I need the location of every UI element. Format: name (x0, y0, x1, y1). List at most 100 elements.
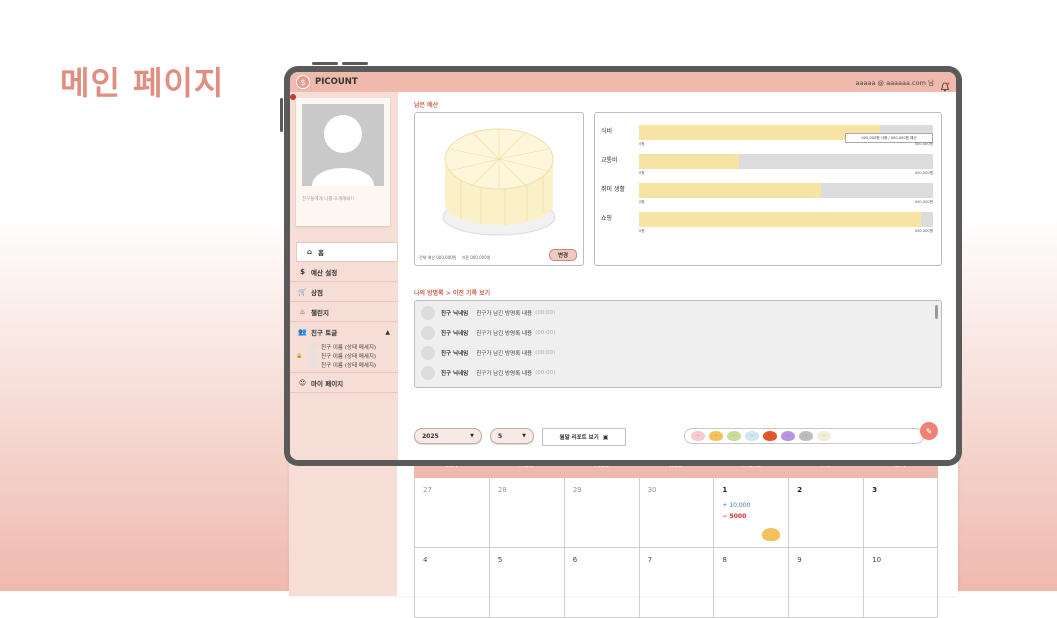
app-name[interactable]: PICOUNT (315, 77, 358, 87)
bell-icon[interactable] (940, 77, 950, 92)
friend-item[interactable]: 친구 이름 (상태 메세지) (290, 360, 398, 369)
slide-title: 메인 페이지 (60, 64, 225, 102)
pencil-icon[interactable]: ✎ (920, 422, 938, 440)
caret-up-icon[interactable]: ▲ (385, 329, 390, 336)
calendar-date: 5 (497, 556, 503, 564)
emotion-chip[interactable]: ·· (763, 431, 777, 441)
calendar-day-cell[interactable]: 27 (414, 478, 489, 548)
calendar-grid: 27 28 29 30 1 + 10,000 − 5000 2 3 4 5 6 7 8 9 10 (414, 478, 938, 618)
category-bar[interactable] (639, 154, 933, 169)
guest-time: (00:00) (535, 370, 556, 376)
emotion-chip[interactable]: ·· (709, 431, 723, 441)
friend-item[interactable]: 🔒 친구 이름 (상태 메세지) (290, 351, 398, 360)
guestbook-row[interactable]: 친구 닉네임 친구가 남긴 방명록 내용 (00:00) (421, 345, 555, 361)
category-bar-fill (639, 212, 922, 227)
avatar (421, 346, 435, 360)
calendar-day-cell[interactable]: 4 (414, 548, 489, 618)
emotion-chip[interactable]: ·· (745, 431, 759, 441)
guestbook-row[interactable]: 친구 닉네임 친구가 남긴 방명록 내용 (00:00) (421, 365, 555, 381)
calendar: SUNMONTUESWEDTHURSFRISAT 272829301+ 10,0… (414, 456, 938, 618)
calendar-date: 1 (722, 486, 728, 494)
user-email: aaaaa @ aaaaaa.com 님 (855, 79, 934, 87)
calendar-day-cell[interactable]: 28 (488, 478, 564, 548)
emotion-chip[interactable]: ·· (799, 431, 813, 441)
chevron-down-icon: ▼ (522, 433, 526, 439)
emotion-chip[interactable]: ·· (727, 431, 741, 441)
calendar-date: 27 (423, 486, 432, 494)
guest-name: 친구 닉네임 (441, 351, 469, 357)
avatar (421, 366, 435, 380)
emotion-chip[interactable]: ·· (817, 431, 831, 441)
calendar-day-cell[interactable]: 8 (713, 548, 789, 618)
scrollbar[interactable] (935, 305, 938, 319)
calendar-date: 3 (872, 486, 878, 494)
screen: $ PICOUNT aaaaa @ aaaaaa.com 님 친구들에게 나를 … (290, 72, 956, 460)
calendar-day-cell[interactable]: 6 (563, 548, 639, 618)
calendar-date: 6 (572, 556, 578, 564)
category-max: 000,000원 (914, 229, 933, 233)
calendar-day-cell[interactable]: 10 (863, 548, 938, 618)
calendar-day-cell[interactable]: 5 (488, 548, 564, 618)
calendar-day-cell[interactable]: 2 (788, 478, 864, 548)
document-icon: ▣ (602, 433, 609, 441)
sidebar: 친구들에게 나를 소개해봐!! ⌂ 홈 $ 예산 설정 🛒 상점 ♨ 챌린지 👥… (290, 92, 398, 460)
sidebar-item-mypage[interactable]: ☺ 마이 페이지 (290, 373, 398, 393)
calendar-date: 28 (497, 486, 507, 494)
category-label: 식비 (601, 128, 613, 135)
calendar-date: 7 (647, 556, 653, 564)
emotion-chip[interactable]: ·· (691, 431, 705, 441)
calendar-day-cell[interactable]: 1 + 10,000 − 5000 (713, 478, 789, 548)
category-bar[interactable] (639, 212, 933, 227)
guest-message: 친구가 남긴 방명록 내용 (476, 311, 533, 317)
sidebar-item-challenge[interactable]: ♨ 챌린지 (290, 302, 398, 322)
category-label: 취미 생활 (601, 186, 625, 193)
sidebar-item-shop[interactable]: 🛒 상점 (290, 282, 398, 302)
guest-message: 친구가 남긴 방명록 내용 (476, 371, 533, 377)
calendar-date: 8 (722, 556, 727, 564)
report-button-label: 월말 리포트 보기 (559, 435, 599, 441)
calendar-date: 30 (647, 486, 657, 494)
category-min: 0원 (639, 142, 645, 146)
guestbook-row[interactable]: 친구 닉네임 친구가 남긴 방명록 내용 (00:00) (421, 305, 555, 321)
guest-time: (00:00) (535, 350, 556, 356)
friends-icon: 👥 (298, 328, 307, 336)
change-budget-button[interactable]: 변경 (549, 249, 577, 261)
category-label: 쇼핑 (601, 215, 613, 222)
calendar-day-cell[interactable]: 7 (638, 548, 714, 618)
category-bar[interactable] (639, 183, 933, 198)
emotion-chip[interactable]: ·· (781, 431, 795, 441)
sidebar-item-home[interactable]: ⌂ 홈 (296, 242, 398, 262)
tablet-frame: $ PICOUNT aaaaa @ aaaaaa.com 님 친구들에게 나를 … (284, 66, 962, 466)
category-min: 0원 (639, 171, 645, 175)
profile-card[interactable]: 친구들에게 나를 소개해봐!! (296, 98, 390, 226)
budget-title: 남은 예산 (414, 102, 439, 109)
calendar-day-cell[interactable]: 9 (788, 548, 864, 618)
guestbook-row[interactable]: 친구 닉네임 친구가 남긴 방명록 내용 (00:00) (421, 325, 555, 341)
sidebar-item-label: 홈 (318, 249, 324, 257)
calendar-date: 29 (572, 486, 582, 494)
guest-time: (00:00) (535, 310, 556, 316)
total-budget-label: 전체 예산 000,000원 (419, 255, 457, 260)
profile-caption: 친구들에게 나를 소개해봐!! (302, 197, 355, 202)
device-side-button (280, 98, 283, 132)
emotion-filter: ·· ·· ·· ·· ·· ·· ·· ·· (684, 428, 924, 444)
month-select[interactable]: 5 ▼ (490, 428, 534, 444)
profile-image (302, 104, 384, 186)
sidebar-item-label: 챌린지 (311, 308, 329, 317)
app-header: $ PICOUNT aaaaa @ aaaaaa.com 님 (290, 72, 956, 92)
guest-message: 친구가 남긴 방명록 내용 (476, 351, 533, 357)
sidebar-item-friends[interactable]: 👥 친구 토글 ▲ (290, 322, 398, 342)
friend-avatar (310, 361, 317, 368)
monthly-report-button[interactable]: 월말 리포트 보기 ▣ (542, 428, 626, 446)
guestbook-title[interactable]: 나의 방명록 > 이전 기록 보기 (414, 288, 490, 297)
sidebar-item-budget[interactable]: $ 예산 설정 (290, 262, 398, 282)
friend-item[interactable]: 친구 이름 (상태 메세지) (290, 342, 398, 351)
chevron-down-icon: ▼ (470, 433, 474, 439)
calendar-day-cell[interactable]: 3 (863, 478, 938, 548)
calendar-day-cell[interactable]: 30 (638, 478, 714, 548)
calendar-day-cell[interactable]: 29 (563, 478, 639, 548)
year-select[interactable]: 2025 ▼ (414, 428, 482, 444)
home-icon: ⌂ (306, 248, 312, 256)
category-bar-fill (639, 125, 881, 140)
fire-icon: ♨ (299, 307, 306, 316)
